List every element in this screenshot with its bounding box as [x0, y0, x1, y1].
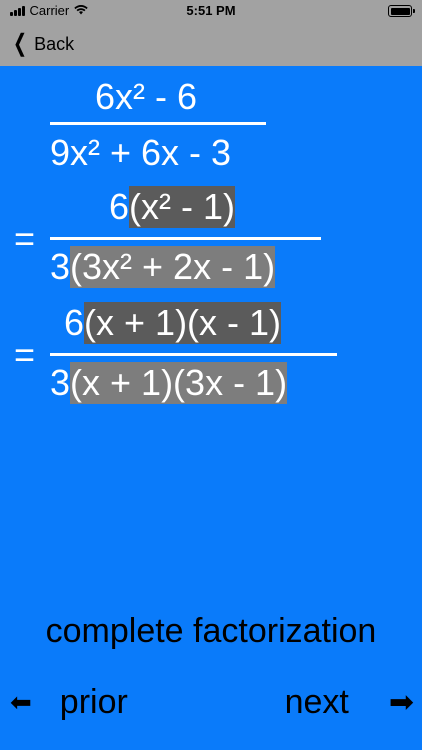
- back-button[interactable]: ❮ Back: [10, 32, 74, 56]
- fraction1-numerator-text: 6x² - 6: [95, 76, 198, 117]
- back-label: Back: [34, 33, 75, 54]
- fraction3-numerator: 6 (x + 1)(x - 1): [64, 302, 282, 344]
- fraction2-denominator-factor: (3x² + 2x - 1): [70, 246, 276, 288]
- fraction2-denominator-coefficient: 3: [50, 246, 71, 287]
- fraction3-numerator-coefficient: 6: [64, 302, 85, 343]
- battery-icon: [388, 5, 415, 17]
- fraction1-denominator: 9x² + 6x - 3: [50, 132, 231, 174]
- equals-sign-1: =: [14, 218, 36, 259]
- equation-display: 6x² - 6 9x² + 6x - 3 = 6 (x² - 1) 3 (3x²…: [0, 66, 422, 426]
- clock: 5:51 PM: [186, 3, 236, 18]
- status-bar: Carrier 5:51 PM: [0, 0, 422, 22]
- fraction3-denominator-factor: (x + 1)(3x - 1): [70, 362, 288, 404]
- fraction3-denominator-coefficient: 3: [50, 362, 71, 403]
- right-arrow-icon: ➡: [388, 686, 414, 719]
- next-label: next: [284, 683, 349, 721]
- fraction2-denominator: 3 (3x² + 2x - 1): [50, 246, 276, 288]
- step-caption: complete factorization: [45, 612, 377, 650]
- prior-label: prior: [59, 683, 128, 721]
- equals-sign-2: =: [14, 334, 36, 375]
- fraction3-bar: [50, 353, 337, 356]
- prior-button[interactable]: ⬅ prior: [10, 683, 128, 722]
- fraction1-bar: [50, 122, 266, 125]
- fraction1-denominator-text: 9x² + 6x - 3: [50, 132, 232, 173]
- fraction1-numerator: 6x² - 6: [95, 76, 197, 118]
- next-button[interactable]: next ➡: [285, 683, 414, 722]
- fraction2-numerator-factor: (x² - 1): [129, 186, 236, 228]
- fraction2-numerator-coefficient: 6: [109, 186, 130, 227]
- left-arrow-icon: ⬅: [10, 687, 32, 717]
- fraction3-numerator-factor: (x + 1)(x - 1): [84, 302, 282, 344]
- top-bar: Carrier 5:51 PM ❮ Back: [0, 0, 422, 66]
- fraction3-denominator: 3 (x + 1)(3x - 1): [50, 362, 288, 404]
- chevron-left-icon: ❮: [13, 30, 28, 57]
- fraction2-bar: [50, 237, 321, 240]
- fraction2-numerator: 6 (x² - 1): [109, 186, 236, 228]
